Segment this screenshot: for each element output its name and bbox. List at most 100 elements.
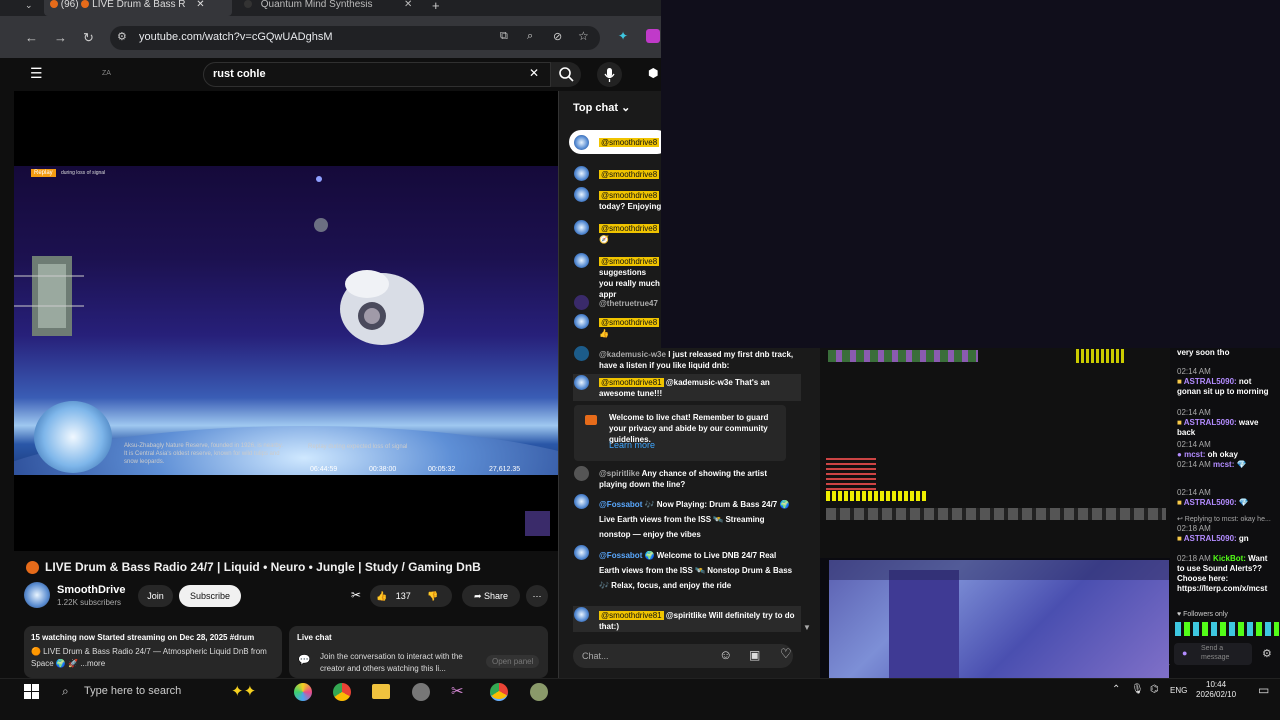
- kick-settings-icon[interactable]: ⚙: [1262, 647, 1272, 660]
- channel-name[interactable]: SmoothDrive: [57, 584, 125, 596]
- menu-icon[interactable]: ☰: [30, 65, 43, 82]
- open-panel-button[interactable]: Open panel: [486, 655, 540, 668]
- language-indicator[interactable]: ENG: [1170, 686, 1187, 695]
- join-button[interactable]: Join: [138, 585, 173, 607]
- super-chat-icon[interactable]: ▣: [749, 648, 760, 662]
- search-value: rust cohle: [213, 68, 266, 80]
- telemetry-value-3: 00:05:32: [428, 466, 456, 473]
- game-log-yellow: [826, 491, 926, 501]
- search-icon: ⌕: [62, 684, 69, 698]
- chat-message: @Fossabot 🌍 Welcome to Live DNB 24/7 Rea…: [599, 551, 793, 590]
- tab-close-icon[interactable]: ✕: [196, 0, 204, 10]
- share-label: Share: [484, 591, 509, 601]
- like-button[interactable]: 👍 137 👎: [370, 585, 452, 607]
- chat-avatar: [574, 166, 589, 181]
- hud-info: [1076, 349, 1126, 363]
- like-count: 137: [395, 591, 411, 601]
- dislike-icon[interactable]: 👎: [427, 591, 438, 601]
- iss-earth-view: [14, 166, 558, 475]
- back-icon[interactable]: ←: [25, 30, 38, 45]
- top-chat-dropdown[interactable]: Top chat ⌄: [573, 101, 630, 114]
- emote-bar[interactable]: [1175, 622, 1279, 636]
- youtube-logo[interactable]: ZA: [102, 70, 111, 77]
- notifications-icon[interactable]: ▭: [1258, 683, 1269, 697]
- tab-count: (96): [60, 0, 79, 10]
- extension-2-icon[interactable]: [646, 29, 660, 43]
- light-sphere: [314, 218, 328, 232]
- bookmark-star-icon[interactable]: ☆: [578, 29, 589, 43]
- forward-icon[interactable]: →: [54, 30, 67, 45]
- chat-avatar: [574, 187, 589, 202]
- clip-icon[interactable]: ✂: [351, 588, 361, 602]
- ceiling: [829, 560, 1169, 580]
- sparkle-icon: ✦✦: [231, 683, 257, 700]
- tab-search-icon[interactable]: ⌄: [25, 0, 33, 11]
- clear-search-icon[interactable]: ✕: [529, 66, 539, 80]
- search-button[interactable]: [551, 62, 581, 87]
- spacecraft: [340, 270, 424, 345]
- tab-quantum-mind[interactable]: Quantum Mind Synthesis ✕: [236, 0, 426, 16]
- channel-avatar[interactable]: [24, 582, 50, 608]
- chat-avatar: [574, 253, 589, 268]
- info-icon: [585, 415, 597, 425]
- kick-line: 02:14 AM mcst: 💎: [1177, 460, 1247, 469]
- chat-avatar: [574, 545, 589, 560]
- chat-bubble-icon: 💬: [298, 655, 311, 666]
- chat-avatar: [574, 466, 589, 481]
- network-icon[interactable]: ⌬: [1150, 684, 1159, 695]
- channel-watermark[interactable]: [525, 511, 550, 536]
- tab-close-icon[interactable]: ✕: [404, 0, 412, 10]
- scroll-down-icon[interactable]: ▼: [803, 623, 811, 632]
- replay-badge: Replay: [31, 169, 56, 177]
- kick-emote-icon[interactable]: ●: [1182, 648, 1187, 658]
- app-icon[interactable]: [530, 683, 548, 701]
- chat-avatar: [574, 375, 589, 390]
- voice-search-button[interactable]: [597, 62, 622, 87]
- replay-caption: during loss of signal: [61, 170, 106, 176]
- share-button[interactable]: ➦ Share: [462, 585, 520, 607]
- windows-start-icon[interactable]: [24, 684, 39, 699]
- learn-more-link[interactable]: Learn more: [609, 440, 655, 450]
- telemetry-label: Replay during expected loss of signal: [308, 444, 408, 450]
- telemetry-value-4: 27,612.35: [489, 466, 521, 473]
- snipping-tool-icon[interactable]: ✂: [451, 682, 464, 700]
- chat-message: @Fossabot 🎶 Now Playing: Drum & Bass 24/…: [599, 500, 790, 539]
- globe-map-icon: [34, 401, 112, 473]
- kick-line: very soon tho: [1177, 348, 1230, 357]
- file-explorer-icon[interactable]: [372, 684, 390, 699]
- zoom-icon[interactable]: ⌕: [527, 30, 533, 43]
- microphone-icon[interactable]: 🎙: [1131, 684, 1144, 695]
- tray-chevron-icon[interactable]: ⌃: [1112, 684, 1120, 695]
- eye-off-icon[interactable]: ⊘: [553, 30, 562, 43]
- create-icon[interactable]: ⬢: [648, 66, 658, 80]
- reload-icon[interactable]: ↻: [83, 30, 94, 46]
- description-text: 🟠 LIVE Drum & Bass Radio 24/7 — Atmosphe…: [31, 647, 267, 668]
- clock[interactable]: 10:44 2026/02/10: [1196, 680, 1236, 700]
- url-text[interactable]: youtube.com/watch?v=cGQwUADghsM: [139, 31, 333, 43]
- tab-favicon-icon: [244, 0, 252, 9]
- emoji-icon[interactable]: ☺: [719, 647, 732, 662]
- location-info: Aksu-Zhabagly Nature Reserve, founded in…: [124, 443, 283, 465]
- game-stream-window[interactable]: [820, 348, 1170, 558]
- video-title: LIVE Drum & Bass Radio 24/7 | Liquid • N…: [45, 560, 481, 574]
- more-actions-button[interactable]: ⋯: [526, 585, 548, 607]
- new-tab-icon[interactable]: +: [432, 0, 440, 13]
- chrome-icon[interactable]: [333, 683, 351, 701]
- live-indicator-icon: [26, 561, 39, 574]
- chat-message: @smoothdrive8 suggestions you really much…: [599, 257, 660, 299]
- search-icon: [559, 67, 574, 82]
- chat-avatar: [574, 314, 589, 329]
- site-info-icon[interactable]: ⚙: [117, 30, 127, 43]
- webcam-view: [829, 560, 1169, 678]
- tab-title: LIVE Drum & Bass R: [92, 0, 186, 10]
- heart-icon[interactable]: ♡: [780, 646, 792, 662]
- top-chat-label: Top chat: [573, 102, 619, 114]
- extension-icon[interactable]: ✦: [618, 29, 628, 43]
- subscribe-button[interactable]: Subscribe: [179, 585, 241, 607]
- install-icon[interactable]: ⧉: [500, 30, 508, 43]
- taskbar-search-placeholder: Type here to search: [84, 685, 182, 697]
- obs-icon[interactable]: [412, 683, 430, 701]
- chrome-active-icon[interactable]: [490, 683, 508, 701]
- copilot-icon[interactable]: [294, 683, 312, 701]
- tab-live-drum-bass[interactable]: (96) LIVE Drum & Bass R ✕: [44, 0, 232, 16]
